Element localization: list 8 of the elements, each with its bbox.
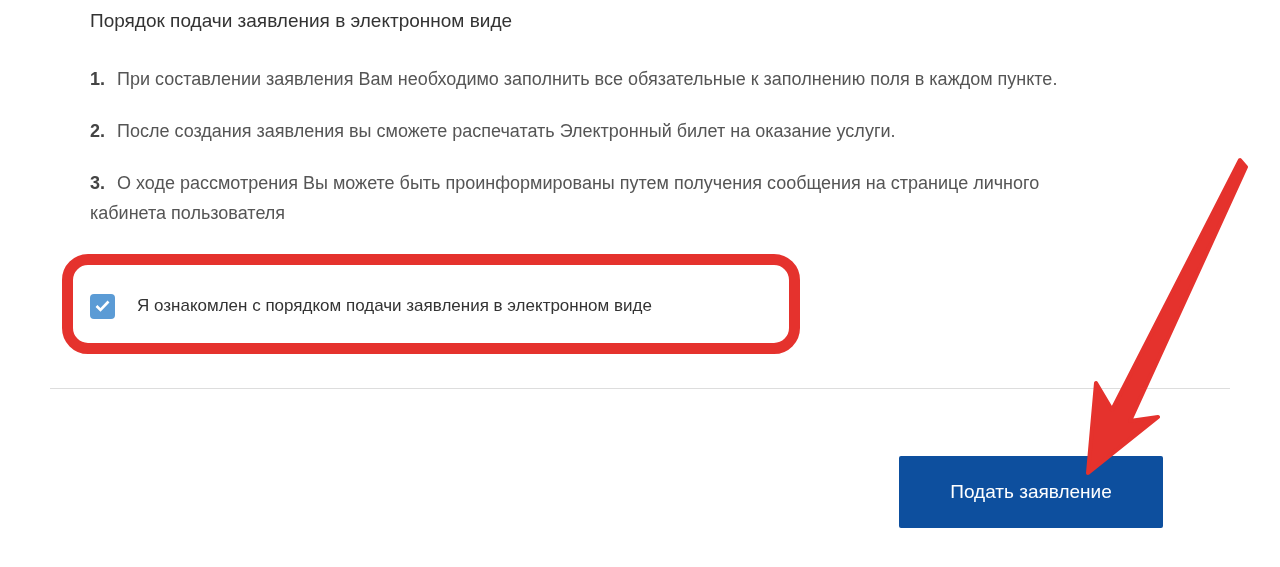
instruction-text: 3. О ходе рассмотрения Вы можете быть проинформированы путем получения сообщения на странице личного кабинета пользователя bbox=[90, 172, 1041, 225]
check-icon bbox=[95, 300, 110, 312]
agreement-label: Я ознакомлен с порядком подачи заявления в электронном виде bbox=[137, 295, 652, 318]
submit-button[interactable]: Подать заявление bbox=[899, 456, 1163, 528]
instruction-text: 1. При составлении заявления Вам необходимо заполнить все обязательные к заполнению поля в каждом пункте. bbox=[90, 68, 1059, 91]
instruction-text: 2. После создания заявления вы сможете распечатать Электронный билет на оказание услуги. bbox=[90, 120, 897, 143]
agreement-checkbox[interactable] bbox=[90, 293, 115, 319]
section-title: Порядок подачи заявления в электронном виде bbox=[90, 9, 514, 33]
